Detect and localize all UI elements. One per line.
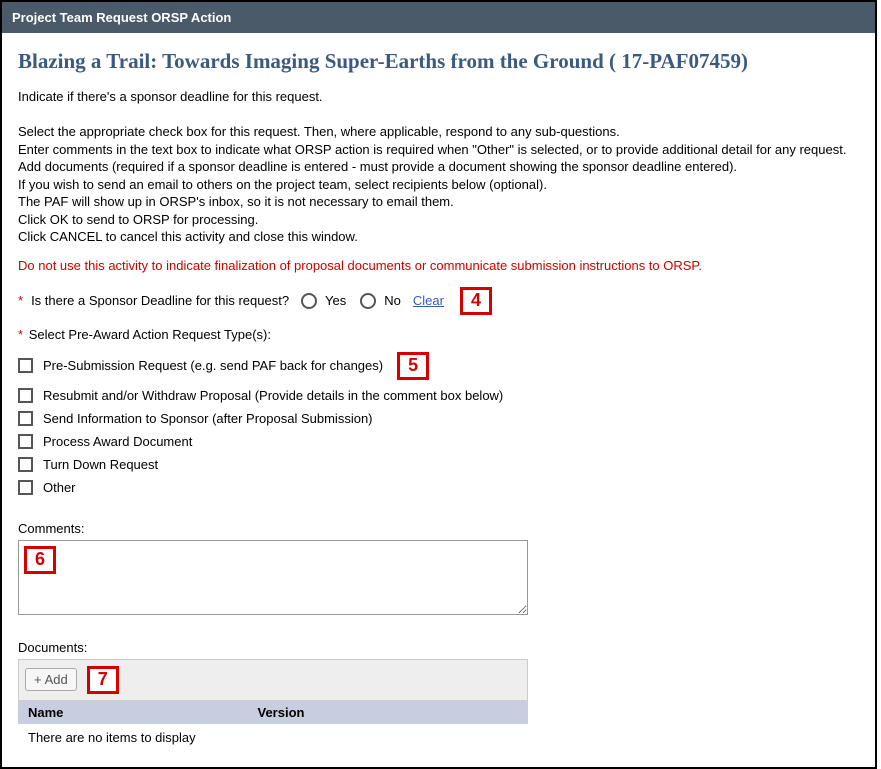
sponsor-deadline-clear-link[interactable]: Clear [413,293,444,308]
instruction-line: If you wish to send an email to others o… [18,176,859,194]
documents-empty-text: There are no items to display [18,724,528,751]
action-type-option-row: Process Award Document [18,430,859,453]
action-type-option-label: Pre-Submission Request (e.g. send PAF ba… [43,358,383,373]
documents-add-label: Add [45,672,68,687]
action-type-option-row: Other [18,476,859,499]
sponsor-deadline-row: * Is there a Sponsor Deadline for this r… [18,287,859,315]
documents-empty-row: There are no items to display [18,724,528,751]
action-type-option-label: Resubmit and/or Withdraw Proposal (Provi… [43,388,503,403]
instruction-lead: Indicate if there's a sponsor deadline f… [18,88,859,106]
instruction-line: Click CANCEL to cancel this activity and… [18,228,859,246]
action-type-checkbox-1[interactable] [18,388,33,403]
action-type-option-label: Send Information to Sponsor (after Propo… [43,411,373,426]
sponsor-deadline-yes-label: Yes [325,293,346,308]
instruction-line: Enter comments in the text box to indica… [18,141,859,159]
action-type-option-row: Turn Down Request [18,453,859,476]
documents-add-button[interactable]: + Add [25,668,77,691]
orsp-action-window: Project Team Request ORSP Action Blazing… [0,0,877,769]
action-type-checkbox-0[interactable] [18,358,33,373]
documents-block: Documents: + Add 7 Name Version There [18,640,528,751]
required-marker: * [18,327,23,342]
sponsor-deadline-no-label: No [384,293,401,308]
instruction-line: Add documents (required if a sponsor dea… [18,158,859,176]
action-type-checkbox-4[interactable] [18,457,33,472]
action-type-checkbox-5[interactable] [18,480,33,495]
annotation-4: 4 [460,287,492,315]
sponsor-deadline-label: Is there a Sponsor Deadline for this req… [31,293,289,308]
warning-text: Do not use this activity to indicate fin… [18,258,859,273]
action-type-option-row: Pre-Submission Request (e.g. send PAF ba… [18,348,859,384]
action-type-option-row: Send Information to Sponsor (after Propo… [18,407,859,430]
action-type-option-label: Turn Down Request [43,457,158,472]
action-type-option-row: Resubmit and/or Withdraw Proposal (Provi… [18,384,859,407]
action-type-checklist: Pre-Submission Request (e.g. send PAF ba… [18,348,859,499]
window-titlebar: Project Team Request ORSP Action [2,2,875,33]
comments-textarea[interactable] [18,540,528,615]
action-type-option-label: Process Award Document [43,434,192,449]
required-marker: * [18,293,23,308]
action-type-checkbox-2[interactable] [18,411,33,426]
documents-col-name: Name [18,701,248,724]
window-content: Blazing a Trail: Towards Imaging Super-E… [2,33,875,767]
instruction-line: Click OK to send to ORSP for processing. [18,211,859,229]
plus-icon: + [34,672,42,687]
action-type-section: * Select Pre-Award Action Request Type(s… [18,327,859,342]
window-title: Project Team Request ORSP Action [12,10,231,25]
instructions-block: Indicate if there's a sponsor deadline f… [18,88,859,246]
page-title: Blazing a Trail: Towards Imaging Super-E… [18,49,859,74]
comments-label: Comments: [18,521,859,536]
action-type-option-label: Other [43,480,76,495]
sponsor-deadline-yes-radio[interactable] [301,293,317,309]
action-type-label: Select Pre-Award Action Request Type(s): [29,327,271,342]
comments-block: Comments: 6 [18,521,859,618]
instruction-line: Select the appropriate check box for thi… [18,123,859,141]
documents-toolbar: + Add 7 [18,659,528,701]
annotation-6: 6 [24,546,56,574]
annotation-7: 7 [87,666,119,694]
documents-col-version: Version [248,701,529,724]
documents-table: Name Version There are no items to displ… [18,701,528,751]
instruction-line: The PAF will show up in ORSP's inbox, so… [18,193,859,211]
action-type-checkbox-3[interactable] [18,434,33,449]
sponsor-deadline-no-radio[interactable] [360,293,376,309]
documents-label: Documents: [18,640,528,655]
documents-table-head: Name Version [18,701,528,724]
annotation-5: 5 [397,352,429,380]
